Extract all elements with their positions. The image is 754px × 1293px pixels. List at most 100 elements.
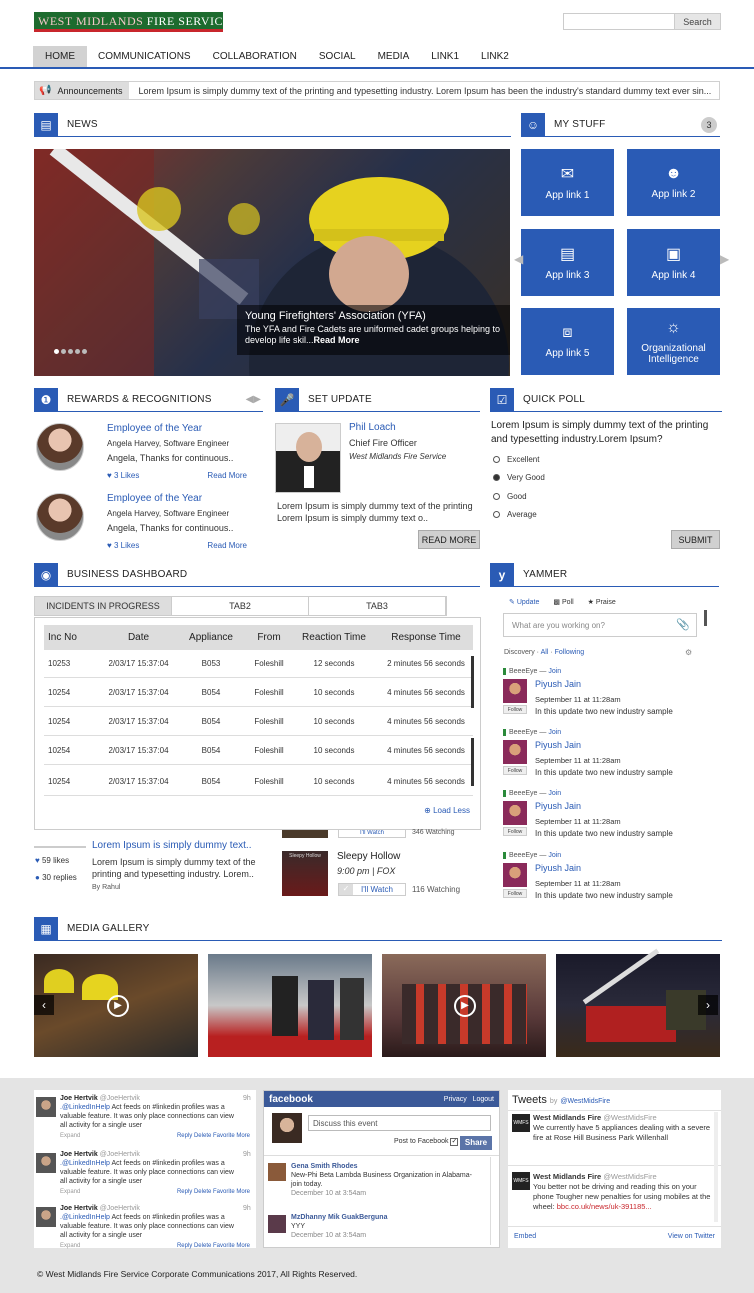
poll-option-average[interactable]: Average [493, 510, 537, 519]
join-link[interactable]: Join [548, 852, 561, 859]
expand-link[interactable]: Expand [60, 1132, 80, 1141]
yammer-post-input[interactable]: What are you working on? 📎 [503, 613, 697, 637]
feed-actions[interactable]: Reply Delete Favorite More [177, 1132, 250, 1141]
follow-button[interactable]: Follow [503, 705, 527, 714]
yammer-poll-tab[interactable]: ▩ Poll [553, 598, 573, 606]
blog-title[interactable]: Lorem Ipsum is simply dummy text.. [92, 840, 267, 851]
read-more-link[interactable]: Read More [207, 471, 247, 480]
tv-show-title[interactable]: Sleepy Hollow [337, 851, 400, 862]
read-more-link[interactable]: Read More [314, 335, 360, 345]
table-row[interactable]: 10254 2/03/17 15:37:04 B054 Foleshill 10 sec… [44, 736, 473, 765]
mention-link[interactable]: .@LinkedInHelp [60, 1104, 110, 1111]
facebook-comment-input[interactable]: Discuss this event [308, 1115, 491, 1131]
nav-link1[interactable]: LINK1 [420, 46, 470, 67]
carousel-dot[interactable] [61, 349, 66, 354]
mystuff-next-arrow[interactable]: ▶ [720, 252, 729, 266]
mention-link[interactable]: .@LinkedInHelp [60, 1214, 110, 1221]
radio[interactable] [493, 493, 500, 500]
gallery-image[interactable] [556, 948, 720, 1057]
post-author[interactable]: Piyush Jain [535, 740, 673, 750]
nav-home[interactable]: HOME [33, 46, 87, 67]
yammer-scrollbar[interactable] [704, 610, 707, 626]
app-link-2-tile[interactable]: ☻ App link 2 [627, 149, 720, 216]
comment-author[interactable]: Gena Smith Rhodes [291, 1162, 481, 1171]
load-less-link[interactable]: ⊕ Load Less [424, 806, 470, 815]
carousel-dot[interactable] [54, 349, 59, 354]
app-link-3-tile[interactable]: ▤ App link 3 [521, 229, 614, 296]
tab-incidents[interactable]: INCIDENTS IN PROGRESS [35, 597, 172, 615]
like-count[interactable]: ♥ 3 Likes [107, 471, 139, 480]
share-button[interactable]: Share [460, 1136, 492, 1150]
yammer-praise-tab[interactable]: ★ Praise [588, 598, 616, 606]
radio[interactable] [493, 511, 500, 518]
play-icon[interactable]: ▶ [454, 995, 476, 1017]
tweet-author[interactable]: West Midlands Fire [533, 1113, 601, 1122]
app-link-1-tile[interactable]: ✉ App link 1 [521, 149, 614, 216]
post-to-facebook[interactable]: Post to Facebook ✓ [394, 1138, 459, 1146]
follow-button[interactable]: Follow [503, 889, 527, 898]
poll-option-excellent[interactable]: Excellent [493, 455, 539, 464]
like-count[interactable]: ♥ 3 Likes [107, 541, 139, 550]
search-button[interactable]: Search [674, 14, 720, 29]
app-link-5-tile[interactable]: ⧈ App link 5 [521, 308, 614, 375]
tweets-handle-link[interactable]: @WestMidsFire [560, 1098, 610, 1105]
gallery-image[interactable]: ▶ [382, 954, 546, 1057]
poll-option-very-good[interactable]: Very Good [493, 473, 545, 482]
radio[interactable] [493, 456, 500, 463]
table-row[interactable]: 10254 2/03/17 15:37:04 B054 Foleshill 10 sec… [44, 678, 473, 707]
app-link-4-tile[interactable]: ▣ App link 4 [627, 229, 720, 296]
post-author[interactable]: Piyush Jain [535, 863, 673, 873]
carousel-dot[interactable] [75, 349, 80, 354]
news-carousel[interactable]: Young Firefighters' Association (YFA) Th… [34, 149, 510, 376]
read-more-button[interactable]: READ MORE [418, 530, 480, 549]
logout-link[interactable]: Logout [473, 1096, 494, 1103]
blog-replies[interactable]: ● 30 replies [35, 873, 77, 882]
filter-all[interactable]: All [541, 649, 549, 656]
feed-author[interactable]: Joe Hertvik [60, 1095, 98, 1102]
join-link[interactable]: Join [548, 729, 561, 736]
mention-link[interactable]: .@LinkedInHelp [60, 1160, 110, 1167]
settings-gear-icon[interactable]: ⚙ [685, 648, 692, 657]
nav-collaboration[interactable]: COLLABORATION [202, 46, 308, 67]
post-author[interactable]: Piyush Jain [535, 801, 673, 811]
tweets-scrollbar[interactable] [714, 1112, 718, 1222]
view-on-twitter-link[interactable]: View on Twitter [668, 1233, 715, 1240]
play-icon[interactable]: ▶ [107, 995, 129, 1017]
read-more-link[interactable]: Read More [207, 541, 247, 550]
table-row[interactable]: 10254 2/03/17 15:37:04 B054 Foleshill 10 sec… [44, 767, 473, 796]
gallery-prev-arrow[interactable]: ‹ [34, 995, 54, 1015]
follow-button[interactable]: Follow [503, 766, 527, 775]
submit-button[interactable]: SUBMIT [671, 530, 720, 549]
carousel-dot[interactable] [82, 349, 87, 354]
join-link[interactable]: Join [548, 668, 561, 675]
blog-likes[interactable]: ♥ 59 likes [35, 856, 69, 865]
gallery-image[interactable] [208, 954, 372, 1057]
embed-link[interactable]: Embed [514, 1233, 536, 1240]
award-title[interactable]: Employee of the Year [107, 493, 247, 504]
table-scrollbar-lower[interactable] [471, 738, 474, 786]
paperclip-icon[interactable]: 📎 [676, 618, 690, 631]
feed-author[interactable]: Joe Hertvik [60, 1151, 98, 1158]
tab-2[interactable]: TAB2 [172, 597, 309, 615]
officer-name[interactable]: Phil Loach [349, 422, 396, 433]
privacy-link[interactable]: Privacy [444, 1096, 467, 1103]
radio[interactable] [493, 474, 500, 481]
tv-poster[interactable]: Sleepy Hollow [282, 851, 328, 896]
expand-link[interactable]: Expand [60, 1188, 80, 1197]
join-link[interactable]: Join [548, 790, 561, 797]
filter-following[interactable]: Following [555, 649, 585, 656]
tweet-author[interactable]: West Midlands Fire [533, 1172, 601, 1181]
nav-media[interactable]: MEDIA [367, 46, 421, 67]
search-input[interactable] [564, 14, 674, 29]
feed-actions[interactable]: Reply Delete Favorite More [177, 1242, 250, 1251]
comment-author[interactable]: MzDhanny Mik GuakBerguna [291, 1213, 481, 1222]
logo[interactable]: WEST MIDLANDS FIRE SERVICE [34, 12, 223, 32]
poll-option-good[interactable]: Good [493, 492, 527, 501]
post-author[interactable]: Piyush Jain [535, 679, 673, 689]
ill-watch-button-prev[interactable]: I'll Watch [338, 830, 406, 838]
tab-3[interactable]: TAB3 [309, 597, 446, 615]
tweet-link[interactable]: bbc.co.uk/news/uk-391185... [557, 1202, 652, 1211]
facebook-scrollbar[interactable] [490, 1157, 496, 1245]
follow-button[interactable]: Follow [503, 827, 527, 836]
table-row[interactable]: 10254 2/03/17 15:37:04 B054 Foleshill 10 sec… [44, 707, 473, 736]
